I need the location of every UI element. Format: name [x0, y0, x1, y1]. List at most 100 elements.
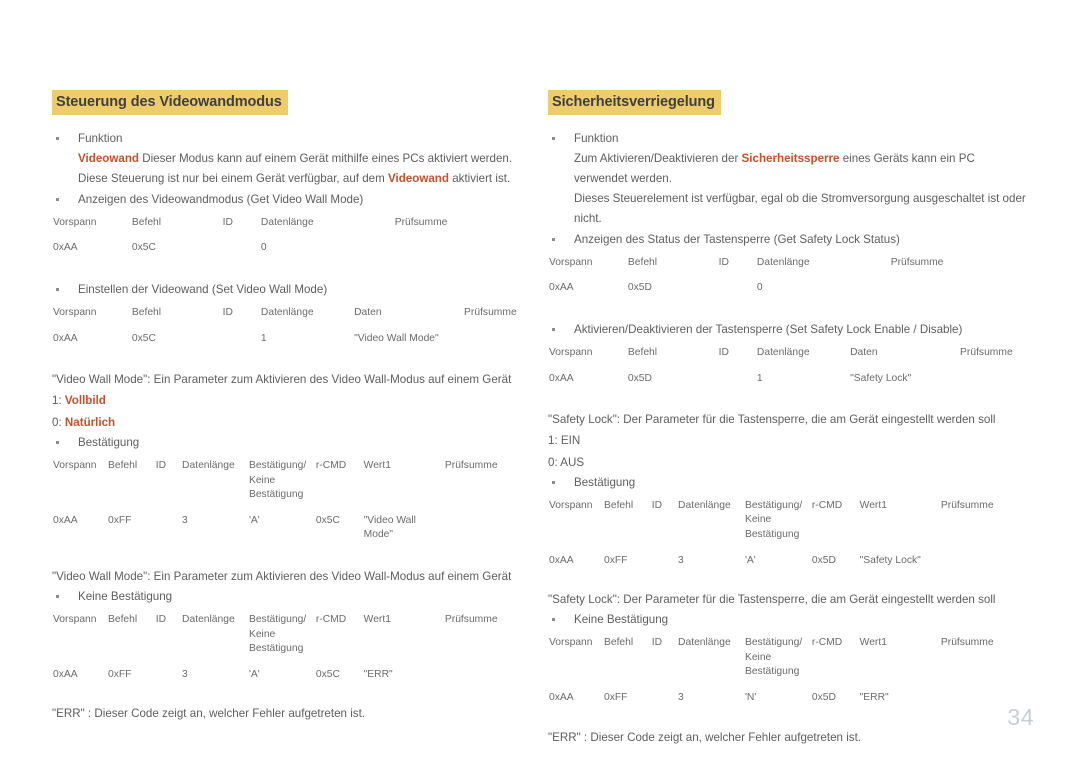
col-header: r-CMD — [811, 637, 843, 649]
col-header: Prüfsumme — [444, 613, 498, 625]
col-header: Datenlänge — [182, 460, 235, 471]
col-header: Befehl — [603, 637, 634, 649]
section-safety-lock: Sicherheitsverriegelung Funktion Zum Akt… — [548, 90, 1026, 748]
col-header: Bestätigung/ Keine Bestätigung — [248, 460, 307, 501]
table-row: Vorspann Befehl ID Datenlänge Daten Prüf… — [548, 342, 1026, 366]
table-row — [52, 262, 530, 276]
col-header: Prüfsumme — [464, 307, 517, 319]
cell-value: 0xAA — [53, 242, 78, 254]
table-row: Vorspann Befehl ID Datenlänge Prüfsumme — [52, 212, 530, 236]
cell-value: "Video Wall Mode" — [363, 514, 416, 541]
table-row — [548, 574, 1026, 586]
table-row: 0xAA 0x5D 0 — [548, 275, 1026, 302]
param-value-natuerlich: Natürlich — [64, 415, 116, 429]
cell-value — [651, 548, 677, 575]
col-header: Datenlänge — [678, 637, 731, 649]
col-header: Wert1 — [363, 613, 391, 625]
table-row — [548, 302, 1026, 316]
cell-value: 0xAA — [53, 514, 78, 526]
cell-value: 0x5D — [627, 282, 652, 294]
col-header: Vorspann — [53, 216, 97, 228]
section-video-wall-mode: Steuerung des Videowandmodus Funktion Vi… — [52, 90, 530, 724]
col-header: Prüfsumme — [890, 256, 944, 268]
col-header: Vorspann — [549, 346, 593, 358]
table-row: 0xAA 0xFF 3 'A' 0x5C "Video Wall Mode" — [52, 508, 530, 549]
table-ack-video-wall-mode: Vorspann Befehl ID Datenlänge Bestätigun… — [52, 455, 530, 563]
col-header: Datenlänge — [756, 256, 810, 268]
cell-value: 'A' — [744, 554, 756, 566]
table-row: 0xAA 0xFF 3 'N' 0x5D "ERR" — [548, 685, 1026, 712]
note-safety-lock-param: "Safety Lock": Der Parameter für die Tas… — [548, 413, 996, 427]
accent-sicherheitssperre: Sicherheitssperre — [741, 152, 840, 166]
col-header: Vorspann — [53, 613, 97, 625]
param-key-0: 0: — [52, 415, 65, 429]
cell-value: 3 — [182, 668, 188, 680]
cell-value: "ERR" — [859, 692, 889, 704]
table-row: 0xAA 0xFF 3 'A' 0x5C "ERR" — [52, 662, 530, 689]
cell-value: 0x5D — [811, 554, 836, 566]
bullet-funktion-right: Funktion Zum Aktivieren/Deaktivieren der… — [548, 129, 1026, 229]
col-header: r-CMD — [811, 499, 843, 511]
col-header: Prüfsumme — [394, 216, 448, 228]
cell-value: 0x5C — [315, 514, 340, 526]
col-header: Datenlänge — [182, 613, 235, 625]
col-header: Prüfsumme — [940, 637, 994, 649]
cell-value: 0xFF — [603, 554, 628, 566]
col-header: Daten — [354, 307, 382, 319]
cell-value: 0xAA — [549, 372, 574, 384]
bullet-set-safety-lock: Aktivieren/Deaktivieren der Tastensperre… — [548, 320, 1026, 340]
col-header: Vorspann — [53, 307, 97, 319]
note-safety-lock-param-2: "Safety Lock": Der Parameter für die Tas… — [548, 593, 996, 607]
table-row: Vorspann Befehl ID Datenlänge Prüfsumme — [548, 252, 1026, 276]
cell-value: 0xFF — [107, 668, 132, 680]
cell-value — [155, 662, 181, 689]
table-set-safety-lock: Vorspann Befehl ID Datenlänge Daten Prüf… — [548, 342, 1026, 406]
table-bottom-rule — [548, 302, 1026, 316]
cell-value: "Safety Lock" — [859, 554, 921, 566]
col-header: Datenlänge — [260, 307, 314, 319]
table-row: 0xAA 0x5D 1 "Safety Lock" — [548, 366, 1026, 393]
cell-value: 0x5C — [315, 668, 340, 680]
funktion-line-1-left: Videowand Dieser Modus kann auf einem Ge… — [78, 149, 530, 169]
col-header: Daten — [850, 346, 878, 358]
document-page: Steuerung des Videowandmodus Funktion Vi… — [0, 0, 1080, 763]
col-header: ID — [222, 216, 233, 228]
table-bottom-rule — [548, 712, 1026, 724]
col-header: Vorspann — [549, 256, 593, 268]
page-title-left: Steuerung des Videowandmodus — [52, 90, 288, 116]
col-header: Befehl — [603, 499, 634, 511]
accent-videowand-1: Videowand — [78, 152, 139, 166]
table-bottom-rule — [52, 262, 530, 276]
col-header: Vorspann — [549, 499, 593, 511]
cell-value — [718, 366, 756, 393]
cell-value — [651, 685, 677, 712]
cell-value — [959, 366, 1026, 393]
table-row — [52, 688, 530, 700]
col-header: r-CMD — [315, 460, 347, 471]
cell-value: 0xAA — [53, 332, 78, 344]
table-row: Vorspann Befehl ID Datenlänge Bestätigun… — [548, 495, 1026, 548]
param-key-1: 1: — [52, 394, 65, 408]
note-err-right: "ERR" : Dieser Code zeigt an, welcher Fe… — [548, 730, 862, 744]
table-row — [52, 549, 530, 563]
cell-value: "Video Wall Mode" — [354, 332, 439, 344]
cell-value: 0xFF — [107, 514, 132, 526]
cell-value: "Safety Lock" — [850, 372, 912, 384]
cell-value — [718, 275, 756, 302]
col-header: Wert1 — [363, 460, 391, 471]
bullet-keine-bestaetigung-right: Keine Bestätigung — [548, 610, 1026, 630]
col-header: Bestätigung/ Keine Bestätigung — [744, 637, 803, 678]
col-header: Prüfsumme — [444, 460, 498, 471]
col-header: Wert1 — [859, 499, 887, 511]
col-header: Bestätigung/ Keine Bestätigung — [248, 613, 307, 655]
accent-videowand-2: Videowand — [387, 172, 449, 185]
param-value-vollbild: Vollbild — [64, 394, 106, 408]
bullet-set-video-wall-mode: Einstellen der Videowand (Set Video Wall… — [52, 280, 530, 300]
table-row: Vorspann Befehl ID Datenlänge Daten Prüf… — [52, 302, 530, 326]
cell-value: 1 — [260, 332, 267, 344]
table-row: 0xAA 0xFF 3 'A' 0x5D "Safety Lock" — [548, 548, 1026, 575]
table-bottom-rule — [548, 574, 1026, 586]
col-header: Befehl — [131, 307, 162, 319]
table-bottom-rule — [52, 549, 530, 563]
cell-value — [444, 508, 530, 549]
